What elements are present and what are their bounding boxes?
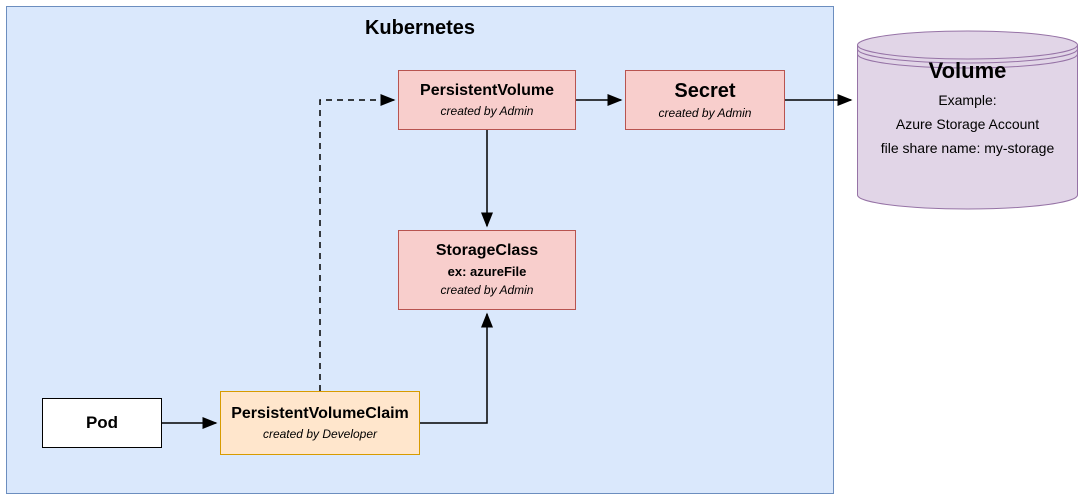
storageclass-box: StorageClass ex: azureFile created by Ad…: [398, 230, 576, 310]
volume-cylinder: Volume Example: Azure Storage Account fi…: [855, 30, 1080, 210]
pv-title: PersistentVolume: [420, 81, 554, 102]
kubernetes-title: Kubernetes: [7, 17, 833, 40]
pv-box: PersistentVolume created by Admin: [398, 70, 576, 130]
pv-sub: created by Admin: [441, 104, 534, 120]
volume-title: Volume: [855, 58, 1080, 84]
pvc-box: PersistentVolumeClaim created by Develop…: [220, 391, 420, 455]
secret-title: Secret: [674, 78, 735, 104]
pod-box: Pod: [42, 398, 162, 448]
volume-line1: Example:: [855, 92, 1080, 108]
sc-title: StorageClass: [436, 241, 538, 262]
pvc-title: PersistentVolumeClaim: [231, 404, 409, 425]
volume-line2: Azure Storage Account: [855, 116, 1080, 132]
pvc-sub: created by Developer: [263, 427, 377, 443]
secret-box: Secret created by Admin: [625, 70, 785, 130]
sc-mid: ex: azureFile: [448, 264, 527, 281]
volume-content: Volume Example: Azure Storage Account fi…: [855, 58, 1080, 156]
secret-sub: created by Admin: [659, 106, 752, 122]
sc-sub: created by Admin: [441, 283, 534, 299]
diagram-canvas: Kubernetes Pod PersistentVolumeClaim cre…: [0, 0, 1091, 501]
pod-title: Pod: [86, 412, 118, 434]
volume-line3: file share name: my-storage: [855, 140, 1080, 156]
